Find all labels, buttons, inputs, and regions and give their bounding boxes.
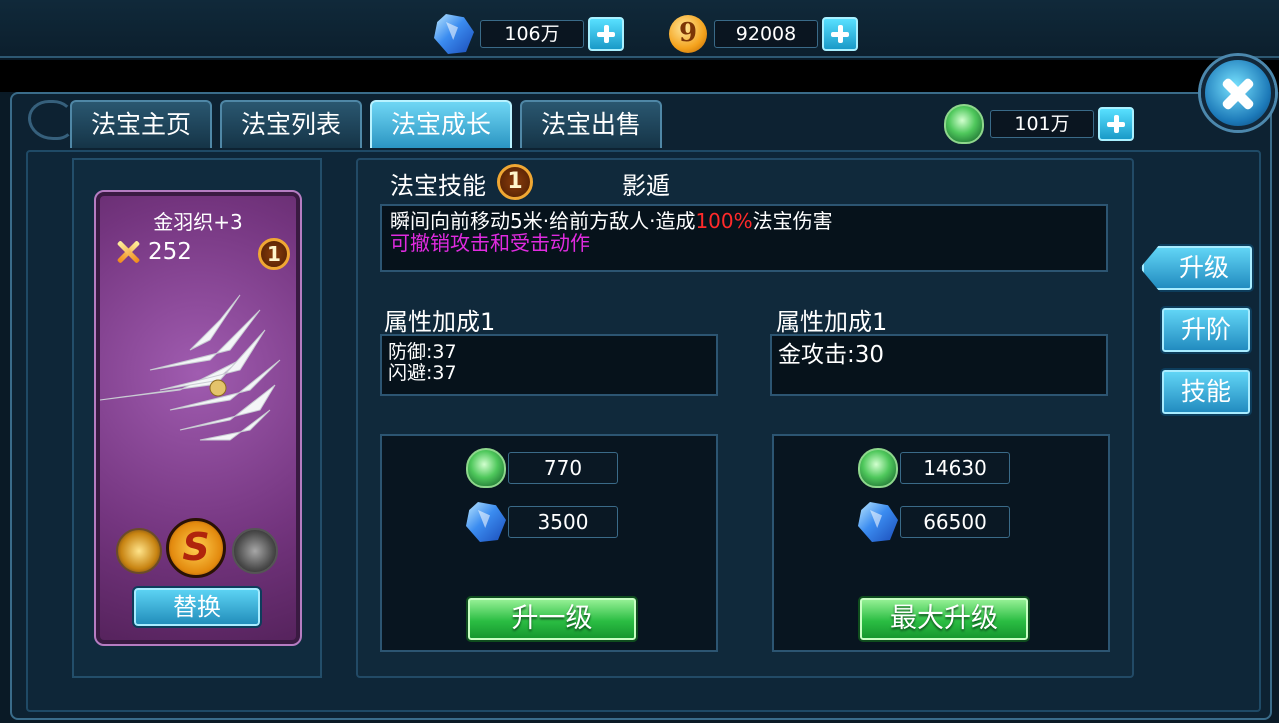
attr-right-line1: 金攻击:30 xyxy=(778,342,885,368)
add-crystal-button[interactable] xyxy=(588,17,624,51)
skill-desc-text: 瞬间向前移动5米·给前方敌人·造成 xyxy=(390,209,696,233)
skill-name: 影遁 xyxy=(622,172,670,200)
jade-amount: 101万 xyxy=(990,110,1094,138)
crossed-swords-icon xyxy=(114,238,142,266)
treasure-name: 金羽织+3 xyxy=(153,210,243,234)
cost-crystal-row: 3500 xyxy=(464,500,618,544)
skill-description: 瞬间向前移动5米·给前方敌人·造成100%法宝伤害 可撤销攻击和受击动作 xyxy=(380,204,1108,272)
side-upgrade-button[interactable]: 升级 xyxy=(1140,244,1254,292)
max-cost-crystal-value: 66500 xyxy=(900,506,1010,538)
crystal-amount: 106万 xyxy=(480,20,584,48)
max-cost-crystal-row: 66500 xyxy=(856,500,1010,544)
skill-desc-percent: 100% xyxy=(695,209,753,233)
max-cost-jade-row: 14630 xyxy=(856,446,1010,490)
jade-icon xyxy=(942,102,986,146)
skill-desc-line2: 可撤销攻击和受击动作 xyxy=(390,231,590,255)
top-resource-bar xyxy=(0,0,1279,58)
tab-treasure-sell[interactable]: 法宝出售 xyxy=(520,100,662,148)
cost-jade-value: 770 xyxy=(508,452,618,484)
crystal-resource: 106万 xyxy=(432,12,624,56)
gem-slot-icon[interactable] xyxy=(116,528,162,574)
skill-level-badge: 1 xyxy=(497,164,533,200)
attr-left-line2: 闪避:37 xyxy=(388,362,457,384)
tab-treasure-list[interactable]: 法宝列表 xyxy=(220,100,362,148)
level-badge: 1 xyxy=(258,238,290,270)
cost-jade-row: 770 xyxy=(464,446,618,490)
attr-right-title: 属性加成1 xyxy=(776,308,888,336)
attr-left-title: 属性加成1 xyxy=(384,308,496,336)
skill-desc-line1: 瞬间向前移动5米·给前方敌人·造成100%法宝伤害 xyxy=(390,210,1098,232)
attr-right-box: 金攻击:30 xyxy=(770,334,1108,396)
coin-icon xyxy=(666,12,710,56)
replace-button[interactable]: 替换 xyxy=(132,586,262,628)
add-jade-button[interactable] xyxy=(1098,107,1134,141)
tab-treasure-growth[interactable]: 法宝成长 xyxy=(370,100,512,148)
upgrade-one-button[interactable]: 升一级 xyxy=(466,596,638,642)
coin-resource: 92008 xyxy=(666,12,858,56)
skill-title: 法宝技能 xyxy=(390,172,486,200)
frame-ornament xyxy=(28,100,74,140)
close-button[interactable] xyxy=(1201,56,1275,130)
jade-icon xyxy=(856,446,900,490)
add-coin-button[interactable] xyxy=(822,17,858,51)
skill-desc-text-end: 法宝伤害 xyxy=(752,209,833,233)
tab-treasure-home[interactable]: 法宝主页 xyxy=(70,100,212,148)
stone-slot-icon[interactable] xyxy=(232,528,278,574)
power-stat: 252 xyxy=(114,238,192,266)
skill-s-icon[interactable] xyxy=(166,518,226,578)
crystal-icon xyxy=(856,500,900,544)
power-value: 252 xyxy=(148,239,192,265)
cost-crystal-value: 3500 xyxy=(508,506,618,538)
coin-amount: 92008 xyxy=(714,20,818,48)
upgrade-max-button[interactable]: 最大升级 xyxy=(858,596,1030,642)
jade-icon xyxy=(464,446,508,490)
header-band xyxy=(0,60,1279,92)
side-skill-button[interactable]: 技能 xyxy=(1160,368,1252,416)
max-cost-jade-value: 14630 xyxy=(900,452,1010,484)
crystal-icon xyxy=(432,12,476,56)
side-advance-button[interactable]: 升阶 xyxy=(1160,306,1252,354)
jade-resource: 101万 xyxy=(942,102,1134,146)
wings-artwork-icon xyxy=(99,294,281,441)
crystal-icon xyxy=(464,500,508,544)
attr-left-line1: 防御:37 xyxy=(388,341,457,363)
attr-left-box: 防御:37 闪避:37 xyxy=(380,334,718,396)
